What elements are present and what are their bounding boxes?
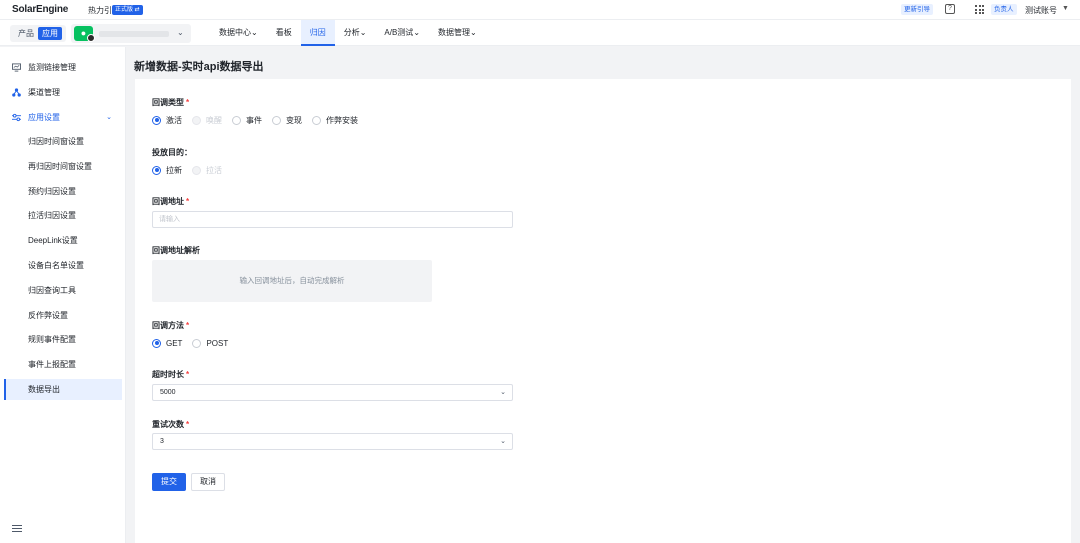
version-badge[interactable]: 正式版 ⇄ [112, 5, 143, 15]
method-radios: GET POST [152, 337, 238, 349]
radio-acquisition[interactable]: 拉新 [152, 165, 182, 176]
monitor-link-icon [12, 63, 21, 72]
radio-reengagement: 拉活 [192, 165, 222, 176]
submit-button[interactable]: 提交 [152, 473, 186, 491]
nav-data-management[interactable]: 数据管理⌄ [429, 20, 486, 46]
sidebar-item-monitor-links[interactable]: 监测链接管理 [4, 57, 122, 78]
method-label: 回调方法 * [152, 321, 190, 330]
callback-url-input[interactable] [159, 212, 506, 227]
brand-logo[interactable]: SolarEngine [12, 4, 68, 15]
url-parse-box: 输入回调地址后，自动完成解析 [152, 260, 432, 302]
app-status-dot [87, 34, 95, 42]
cancel-button[interactable]: 取消 [191, 473, 225, 491]
update-guide-button[interactable]: 更新引导 [901, 4, 933, 15]
sidebar-item-preorder-attribution[interactable]: 预约归因设置 [4, 181, 122, 202]
account-name[interactable]: 测试账号 [1025, 5, 1057, 16]
callback-type-radios: 激活 唤醒 事件 变现 作弊安装 [152, 114, 368, 126]
sidebar-item-attribution-window[interactable]: 归因时间窗设置 [4, 131, 122, 152]
chevron-down-icon: ⌄ [500, 389, 506, 396]
nav-data-center[interactable]: 数据中心⌄ [210, 20, 267, 46]
chevron-down-icon: ⌄ [177, 28, 184, 37]
radio-get[interactable]: GET [152, 338, 182, 348]
sidebar-item-data-export[interactable]: 数据导出 [4, 379, 122, 400]
radio-monetization[interactable]: 变现 [272, 115, 302, 126]
purpose-radios: 拉新 拉活 [152, 164, 232, 176]
radio-event[interactable]: 事件 [232, 115, 262, 126]
sidebar-item-rule-events[interactable]: 规则事件配置 [4, 329, 122, 350]
sidebar-item-reengagement-attribution[interactable]: 拉活归因设置 [4, 205, 122, 226]
purpose-label: 投放目的： [152, 148, 192, 157]
app-name-redacted [99, 31, 169, 37]
top-bar: SolarEngine 热力引擎 正式版 ⇄ 更新引导 ? 负责人 测试账号 ▼ [0, 0, 1080, 20]
radio-post[interactable]: POST [192, 338, 228, 348]
url-parse-label: 回调地址解析 [152, 246, 200, 255]
timeout-select[interactable]: 5000 ⌄ [152, 384, 513, 401]
sidebar-item-anti-fraud[interactable]: 反作弊设置 [4, 305, 122, 326]
sidebar-item-attribution-query[interactable]: 归因查询工具 [4, 280, 122, 301]
help-icon[interactable]: ? [945, 4, 955, 14]
radio-fraud-install[interactable]: 作弊安装 [312, 115, 358, 126]
sidebar-item-deeplink[interactable]: DeepLink设置 [4, 230, 122, 251]
nav-ab-test[interactable]: A/B测试⌄ [375, 20, 429, 46]
product-toggle[interactable]: 产品 [14, 27, 38, 40]
channel-icon [12, 88, 21, 97]
nav-analysis[interactable]: 分析⌄ [335, 20, 376, 46]
sidebar-item-event-reporting[interactable]: 事件上报配置 [4, 354, 122, 375]
radio-wakeup: 唤醒 [192, 115, 222, 126]
owner-badge: 负责人 [991, 4, 1017, 15]
retries-select[interactable]: 3 ⌄ [152, 433, 513, 450]
timeout-label: 超时时长 * [152, 370, 190, 379]
context-bar: 产品 应用 ● ⌄ 数据中心⌄ 看板 归因 分析⌄ A/B测试⌄ 数据管理⌄ [0, 20, 1080, 46]
nav-dashboard[interactable]: 看板 [267, 20, 301, 46]
sidebar-item-app-settings[interactable]: 应用设置 ⌄ [4, 107, 122, 128]
callback-url-field[interactable] [152, 211, 513, 228]
form-card [135, 79, 1071, 543]
sidebar-item-device-whitelist[interactable]: 设备白名单设置 [4, 255, 122, 276]
product-app-switch: 产品 应用 [10, 25, 66, 42]
sidebar-item-channels[interactable]: 渠道管理 [4, 82, 122, 103]
chevron-down-icon[interactable]: ⌄ [106, 107, 112, 128]
menu-collapse-icon[interactable] [12, 525, 22, 533]
main-nav: 数据中心⌄ 看板 归因 分析⌄ A/B测试⌄ 数据管理⌄ [210, 20, 486, 46]
callback-url-label: 回调地址 * [152, 197, 190, 206]
app-select[interactable]: ● ⌄ [71, 24, 191, 43]
settings-sliders-icon [12, 113, 21, 122]
retries-value: 3 [160, 438, 164, 445]
radio-activation[interactable]: 激活 [152, 115, 182, 126]
sidebar-item-reattribution-window[interactable]: 再归因时间窗设置 [4, 156, 122, 177]
app-toggle[interactable]: 应用 [38, 27, 62, 40]
chevron-down-icon: ⌄ [500, 438, 506, 445]
timeout-value: 5000 [160, 389, 176, 396]
grid-apps-icon[interactable] [974, 4, 984, 14]
retries-label: 重试次数 * [152, 420, 190, 429]
callback-type-label: 回调类型 * [152, 98, 190, 107]
page-title: 新增数据-实时api数据导出 [134, 61, 264, 73]
nav-attribution[interactable]: 归因 [300, 20, 335, 46]
account-caret-icon[interactable]: ▼ [1062, 5, 1069, 12]
